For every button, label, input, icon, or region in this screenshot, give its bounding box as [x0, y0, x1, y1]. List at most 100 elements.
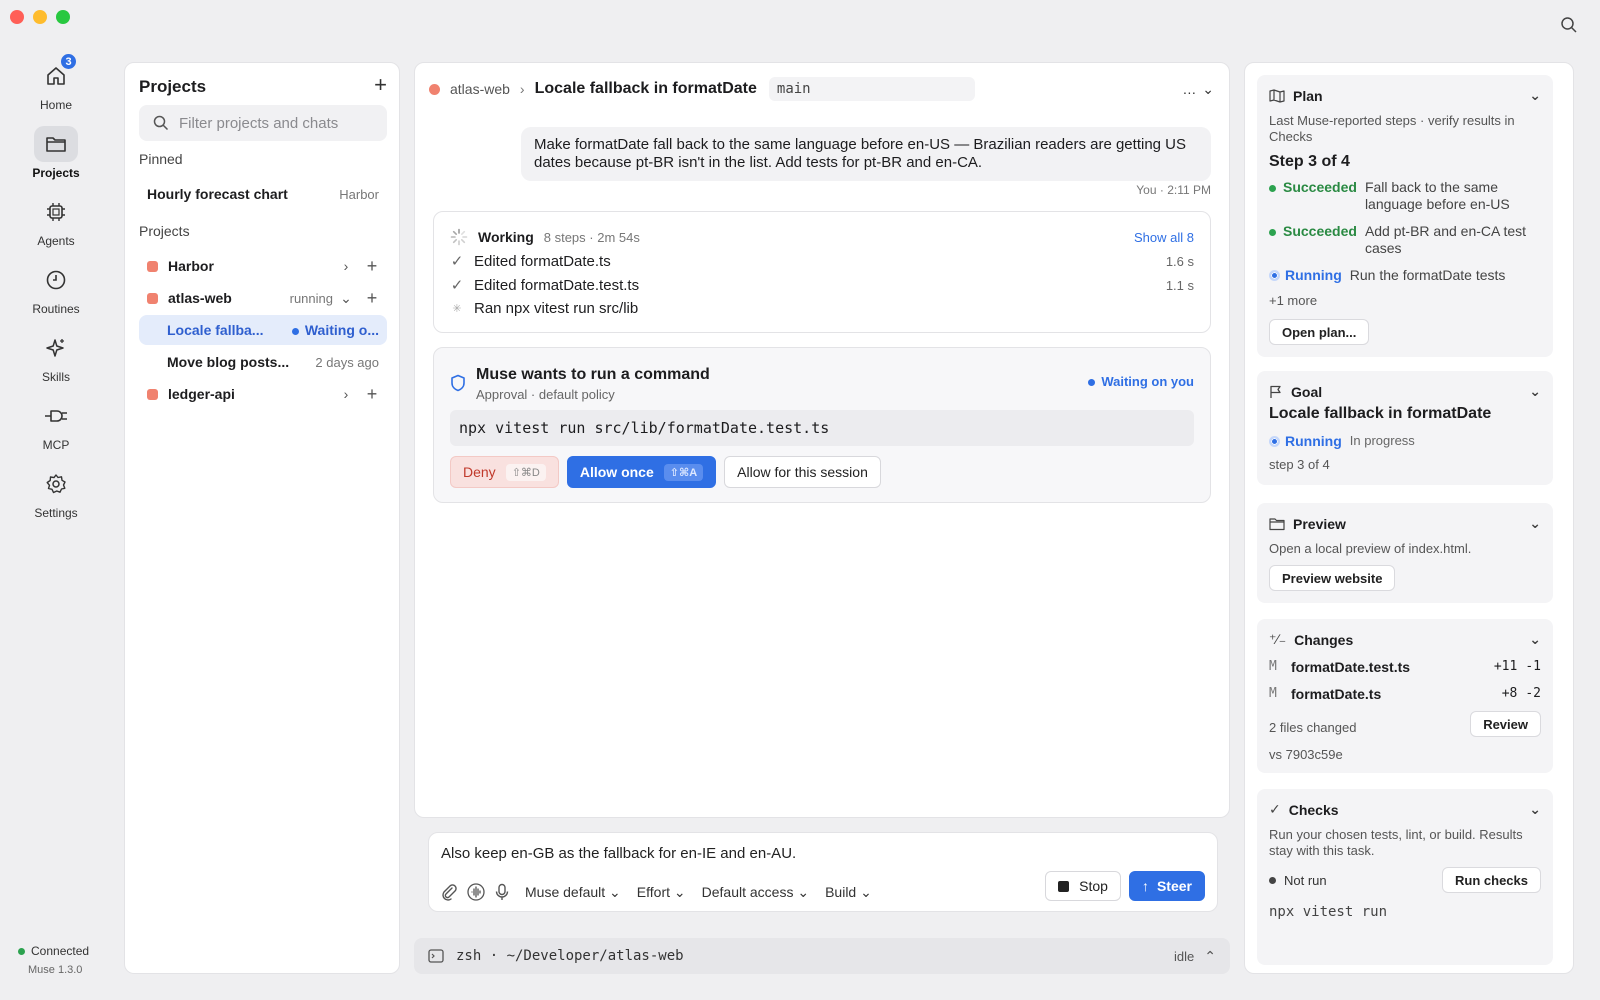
- additions: +11: [1493, 659, 1518, 674]
- step-text: Ran npx vitest run src/lib: [474, 300, 639, 317]
- run-checks-button[interactable]: Run checks: [1442, 867, 1541, 893]
- chevron-right-icon[interactable]: ›: [339, 258, 353, 274]
- deletions: -2: [1525, 686, 1541, 701]
- changed-file[interactable]: M formatDate.test.ts +11 -1: [1269, 659, 1541, 675]
- rail-projects[interactable]: Projects: [0, 126, 112, 190]
- show-all-link[interactable]: Show all 8: [1134, 230, 1194, 245]
- close-window-button[interactable]: [10, 10, 24, 24]
- new-chat-button[interactable]: +: [365, 256, 379, 277]
- review-button[interactable]: Review: [1470, 711, 1541, 737]
- preview-header[interactable]: Preview ⌄: [1269, 515, 1541, 532]
- steer-button[interactable]: ↑ Steer: [1128, 871, 1205, 901]
- more-menu-button[interactable]: … ⌄: [1182, 81, 1215, 98]
- new-chat-button[interactable]: +: [365, 288, 379, 309]
- chevron-down-icon[interactable]: ⌄: [1529, 87, 1541, 104]
- pinned-item[interactable]: Hourly forecast chart Harbor: [139, 179, 387, 209]
- new-chat-button[interactable]: +: [365, 384, 379, 405]
- rail-label: MCP: [42, 438, 70, 452]
- chevron-down-icon[interactable]: ⌄: [1529, 383, 1541, 400]
- waveform-icon[interactable]: [467, 883, 485, 901]
- goal-name: Locale fallback in formatDate: [1269, 405, 1492, 422]
- chevron-down-icon[interactable]: ⌄: [1529, 631, 1541, 648]
- project-item-harbor[interactable]: Harbor › +: [139, 251, 387, 281]
- changes-header[interactable]: ⁺∕₋ Changes ⌄: [1269, 631, 1541, 648]
- open-plan-button[interactable]: Open plan...: [1269, 319, 1370, 345]
- chevron-down-icon[interactable]: ⌄: [1529, 801, 1541, 818]
- step-row: ✓ Edited formatDate.test.ts 1.1 s: [450, 276, 1194, 295]
- plug-icon: [34, 398, 78, 434]
- stop-icon: [1058, 880, 1070, 892]
- status-dot: [291, 327, 299, 335]
- user-message: Make formatDate fall back to the same la…: [521, 127, 1211, 181]
- microphone-icon[interactable]: [495, 883, 509, 901]
- branch-name[interactable]: main: [768, 77, 975, 101]
- preview-title: Preview: [1293, 515, 1346, 532]
- effort-dropdown[interactable]: Effort ⌄: [637, 884, 686, 901]
- message-meta: You · 2:11 PM: [1136, 183, 1211, 197]
- clock-icon: [34, 262, 78, 298]
- additions: +8: [1501, 686, 1518, 701]
- checks-header[interactable]: ✓ Checks ⌄: [1269, 801, 1541, 818]
- filter-field[interactable]: [139, 105, 387, 141]
- filter-input[interactable]: [179, 114, 379, 132]
- plan-section: Plan ⌄ Last Muse-reported steps · verify…: [1257, 75, 1553, 357]
- minimize-window-button[interactable]: [33, 10, 47, 24]
- rail-settings[interactable]: Settings: [0, 466, 112, 530]
- chat-item-locale-fallback[interactable]: Locale fallba... Waiting o...: [139, 315, 387, 345]
- file-status: M: [1269, 686, 1277, 701]
- preview-website-button[interactable]: Preview website: [1269, 565, 1396, 591]
- allow-once-button[interactable]: Allow once ⇧⌘A: [566, 456, 717, 488]
- model-dropdown[interactable]: Muse default ⌄: [525, 884, 621, 901]
- terminal-bar[interactable]: zsh · ~/Developer/atlas-web idle ⌃: [414, 938, 1230, 974]
- rail-skills[interactable]: Skills: [0, 330, 112, 394]
- plan-more[interactable]: +1 more: [1269, 293, 1541, 309]
- plan-header[interactable]: Plan ⌄: [1269, 87, 1541, 104]
- shortcut-hint: ⇧⌘D: [505, 463, 546, 481]
- goal-header[interactable]: Goal ⌄: [1269, 383, 1541, 400]
- chevron-down-icon[interactable]: ⌄: [339, 290, 353, 307]
- connection-status: Connected: [18, 944, 89, 958]
- approval-subtitle: Approval · default policy: [476, 387, 615, 402]
- add-project-button[interactable]: +: [374, 74, 387, 96]
- chevron-down-icon[interactable]: ⌄: [1529, 515, 1541, 532]
- connection-label: Connected: [31, 944, 90, 958]
- chevron-right-icon[interactable]: ›: [339, 386, 353, 402]
- project-item-atlas-web[interactable]: atlas-web running ⌄ +: [139, 283, 387, 313]
- approval-card: Muse wants to run a command Approval · d…: [433, 347, 1211, 503]
- chat-panel: atlas-web › Locale fallback in formatDat…: [414, 62, 1230, 818]
- maximize-window-button[interactable]: [56, 10, 70, 24]
- projects-title: Projects: [139, 77, 207, 96]
- search-icon: [153, 115, 169, 131]
- rail-agents[interactable]: Agents: [0, 194, 112, 258]
- goal-title: Goal: [1291, 383, 1323, 400]
- working-card: Working 8 steps · 2m 54s Show all 8 ✓ Ed…: [433, 211, 1211, 333]
- rail-mcp[interactable]: MCP: [0, 398, 112, 462]
- composer-input[interactable]: Also keep en-GB as the fallback for en-I…: [441, 845, 796, 862]
- terminal-icon: [428, 949, 444, 963]
- rail-routines[interactable]: Routines: [0, 262, 112, 326]
- rail-label: Skills: [41, 370, 70, 384]
- chat-item-move-blog[interactable]: Move blog posts... 2 days ago: [139, 347, 387, 377]
- allow-session-button[interactable]: Allow for this session: [724, 456, 881, 488]
- stop-button[interactable]: Stop: [1045, 871, 1121, 901]
- paperclip-icon[interactable]: [441, 883, 457, 901]
- mode-dropdown[interactable]: Build ⌄: [825, 884, 872, 901]
- access-dropdown[interactable]: Default access ⌄: [702, 884, 809, 901]
- status-dot: [1269, 877, 1276, 884]
- breadcrumb-project[interactable]: atlas-web: [450, 81, 510, 97]
- checks-command: npx vitest run: [1269, 904, 1388, 920]
- status-dot: [18, 947, 25, 955]
- composer-toolbar: Muse default ⌄ Effort ⌄ Default access ⌄…: [441, 883, 872, 901]
- working-meta: 8 steps · 2m 54s: [543, 229, 640, 245]
- composer[interactable]: Also keep en-GB as the fallback for en-I…: [428, 832, 1218, 912]
- project-item-ledger-api[interactable]: ledger-api › +: [139, 379, 387, 409]
- flag-icon: [1270, 385, 1281, 398]
- plan-item-text: Run the formatDate tests: [1349, 267, 1506, 283]
- project-color-dot: [147, 292, 158, 304]
- search-icon[interactable]: [1560, 16, 1578, 34]
- chevron-up-icon[interactable]: ⌃: [1204, 948, 1216, 965]
- changed-file[interactable]: M formatDate.ts +8 -2: [1269, 686, 1541, 702]
- rail-home[interactable]: 3 Home: [0, 52, 112, 122]
- deny-button[interactable]: Deny ⇧⌘D: [450, 456, 559, 488]
- deletions: -1: [1525, 659, 1541, 674]
